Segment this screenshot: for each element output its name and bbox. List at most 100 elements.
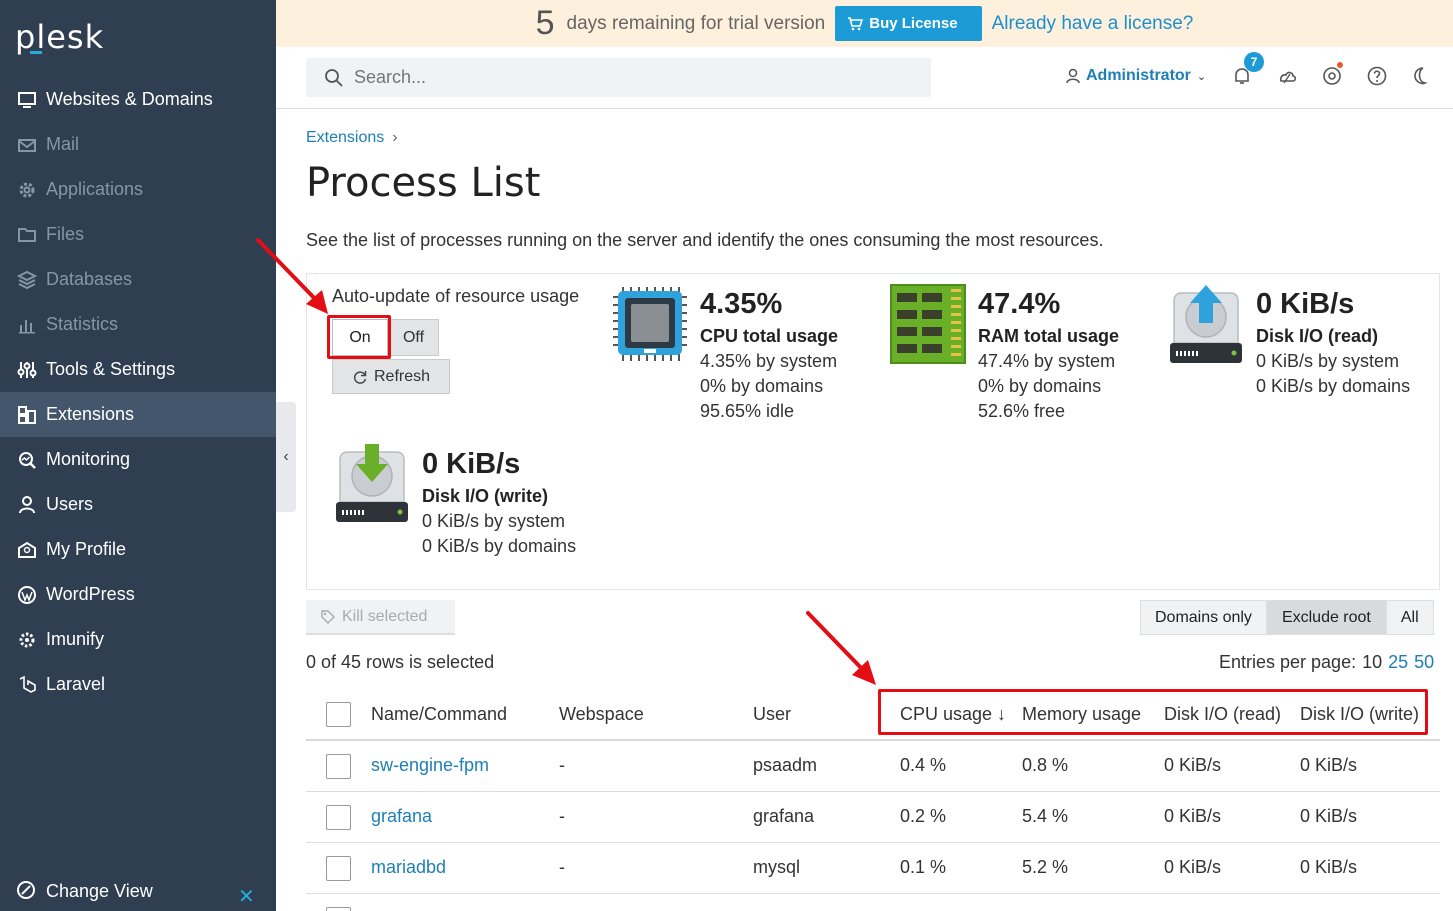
table-row-partial: [306, 894, 1440, 911]
ram-line: 0% by domains: [978, 376, 1102, 396]
sidebar-item-applications[interactable]: Applications: [0, 167, 276, 212]
cpu-stat: 4.35% CPU total usage 4.35% by system 0%…: [700, 286, 838, 424]
cart-icon: [848, 16, 864, 30]
per-page-50[interactable]: 50: [1414, 652, 1434, 672]
cell-disk-write: 0 KiB/s: [1300, 755, 1358, 775]
cpu-line: 4.35% by system: [700, 351, 838, 371]
cell-user: psaadm: [753, 755, 818, 775]
select-all-checkbox[interactable]: [326, 702, 351, 727]
sidebar-item-imunify[interactable]: Imunify: [0, 617, 276, 662]
breadcrumb-extensions-link[interactable]: Extensions: [306, 129, 384, 146]
ram-line: 47.4% by system: [978, 351, 1116, 371]
sidebar-item-label: Mail: [46, 134, 80, 154]
cpu-name: CPU total usage: [700, 326, 839, 346]
extensions-icon: [16, 404, 38, 426]
trial-days: 5: [535, 4, 555, 42]
sidebar-item-label: Databases: [46, 269, 133, 289]
sidebar-item-label: My Profile: [46, 539, 127, 559]
column-header-webspace[interactable]: Webspace: [559, 704, 644, 725]
support-button[interactable]: [1321, 62, 1343, 87]
annotation-highlight-columns: [878, 689, 1428, 735]
disk-write-line: 0 KiB/s by system: [422, 511, 566, 531]
column-header-user[interactable]: User: [753, 704, 791, 725]
moon-icon: [1414, 67, 1428, 85]
row-checkbox[interactable]: [326, 805, 351, 830]
mail-icon: [16, 134, 38, 156]
alert-dot: [1337, 62, 1343, 68]
table-row: mariadbd - mysql 0.1 % 5.2 % 0 KiB/s 0 K…: [306, 843, 1440, 894]
disk-read-line: 0 KiB/s by system: [1256, 351, 1400, 371]
process-name-link[interactable]: sw-engine-fpm: [371, 755, 489, 776]
plesk-logo[interactable]: plesk: [15, 18, 104, 56]
change-view-label: Change View: [46, 880, 153, 901]
row-checkbox[interactable]: [326, 754, 351, 779]
search-input[interactable]: [354, 67, 854, 88]
auto-update-label: Auto-update of resource usage: [332, 286, 580, 306]
refresh-icon: [353, 370, 367, 384]
auto-update-off-button[interactable]: Off: [388, 319, 439, 356]
buy-license-label: Buy License: [869, 15, 958, 32]
ram-value: 47.4%: [978, 288, 1061, 320]
cell-disk-read: 0 KiB/s: [1164, 857, 1222, 877]
close-icon[interactable]: ✕: [238, 884, 255, 909]
sidebar-item-laravel[interactable]: Laravel: [0, 662, 276, 707]
sidebar-item-monitoring[interactable]: Monitoring: [0, 437, 276, 482]
filter-exclude-root[interactable]: Exclude root: [1266, 600, 1386, 635]
filter-all[interactable]: All: [1385, 600, 1434, 635]
cell-disk-read: 0 KiB/s: [1164, 755, 1222, 775]
column-header-name[interactable]: Name/Command: [371, 704, 507, 725]
process-name-link[interactable]: grafana: [371, 806, 432, 827]
cell-cpu: 0.2 %: [900, 806, 947, 826]
sidebar-item-users[interactable]: Users: [0, 482, 276, 527]
annotation-arrow-left: [256, 238, 328, 314]
table-row: grafana - grafana 0.2 % 5.4 % 0 KiB/s 0 …: [306, 792, 1440, 843]
refresh-button[interactable]: Refresh: [332, 359, 450, 394]
already-have-license-link[interactable]: Already have a license?: [992, 13, 1194, 35]
user-icon: [16, 494, 38, 516]
cell-disk-read: 0 KiB/s: [1164, 806, 1222, 826]
sidebar-item-my-profile[interactable]: My Profile: [0, 527, 276, 572]
ram-name: RAM total usage: [978, 326, 1120, 346]
cell-memory: 0.8 %: [1022, 755, 1069, 775]
sidebar-item-wordpress[interactable]: WordPress: [0, 572, 276, 617]
buy-license-button[interactable]: Buy License: [835, 6, 982, 41]
sidebar-item-databases[interactable]: Databases: [0, 257, 276, 302]
search-box[interactable]: [306, 58, 931, 97]
tools-icon: [16, 359, 38, 381]
kill-selected-button[interactable]: Kill selected: [306, 600, 455, 635]
per-page-10[interactable]: 10: [1362, 652, 1382, 672]
sidebar-item-files[interactable]: Files: [0, 212, 276, 257]
disk-write-icon: [336, 444, 408, 522]
sidebar-item-mail[interactable]: Mail: [0, 122, 276, 167]
per-page-label: Entries per page:: [1219, 652, 1357, 672]
selection-status: 0 of 45 rows is selected: [306, 652, 495, 672]
user-menu[interactable]: Administrator ⌄: [1066, 67, 1206, 85]
help-button[interactable]: [1366, 65, 1388, 87]
imunify-icon: [16, 629, 38, 651]
sidebar-nav: Websites & Domains Mail Applications Fil…: [0, 77, 276, 707]
wordpress-icon: [16, 584, 38, 606]
sidebar-item-statistics[interactable]: Statistics: [0, 302, 276, 347]
sidebar-item-extensions[interactable]: Extensions: [0, 392, 276, 437]
disk-read-stat: 0 KiB/s Disk I/O (read) 0 KiB/s by syste…: [1256, 286, 1410, 399]
cell-memory: 5.2 %: [1022, 857, 1069, 877]
sidebar-collapse-button[interactable]: ‹: [276, 402, 296, 512]
change-view-button[interactable]: Change View: [16, 880, 153, 902]
monitor-icon: [16, 89, 38, 111]
notifications-button[interactable]: 7: [1231, 52, 1264, 87]
per-page-25[interactable]: 25: [1388, 652, 1408, 672]
cell-cpu: 0.1 %: [900, 857, 947, 877]
sidebar-item-tools-settings[interactable]: Tools & Settings: [0, 347, 276, 392]
ram-stat: 47.4% RAM total usage 47.4% by system 0%…: [978, 286, 1119, 424]
theme-toggle-button[interactable]: [1411, 65, 1433, 87]
sidebar-item-label: Websites & Domains: [46, 89, 213, 109]
row-checkbox[interactable]: [326, 856, 351, 881]
ram-line: 52.6% free: [978, 401, 1066, 421]
sidebar-item-label: Monitoring: [46, 449, 131, 469]
filter-domains-only[interactable]: Domains only: [1140, 600, 1267, 635]
sidebar-item-websites-domains[interactable]: Websites & Domains: [0, 77, 276, 122]
sidebar-item-label: Users: [46, 494, 94, 514]
row-checkbox[interactable]: [326, 907, 351, 911]
process-name-link[interactable]: mariadbd: [371, 857, 446, 878]
cloud-button[interactable]: [1276, 65, 1298, 87]
